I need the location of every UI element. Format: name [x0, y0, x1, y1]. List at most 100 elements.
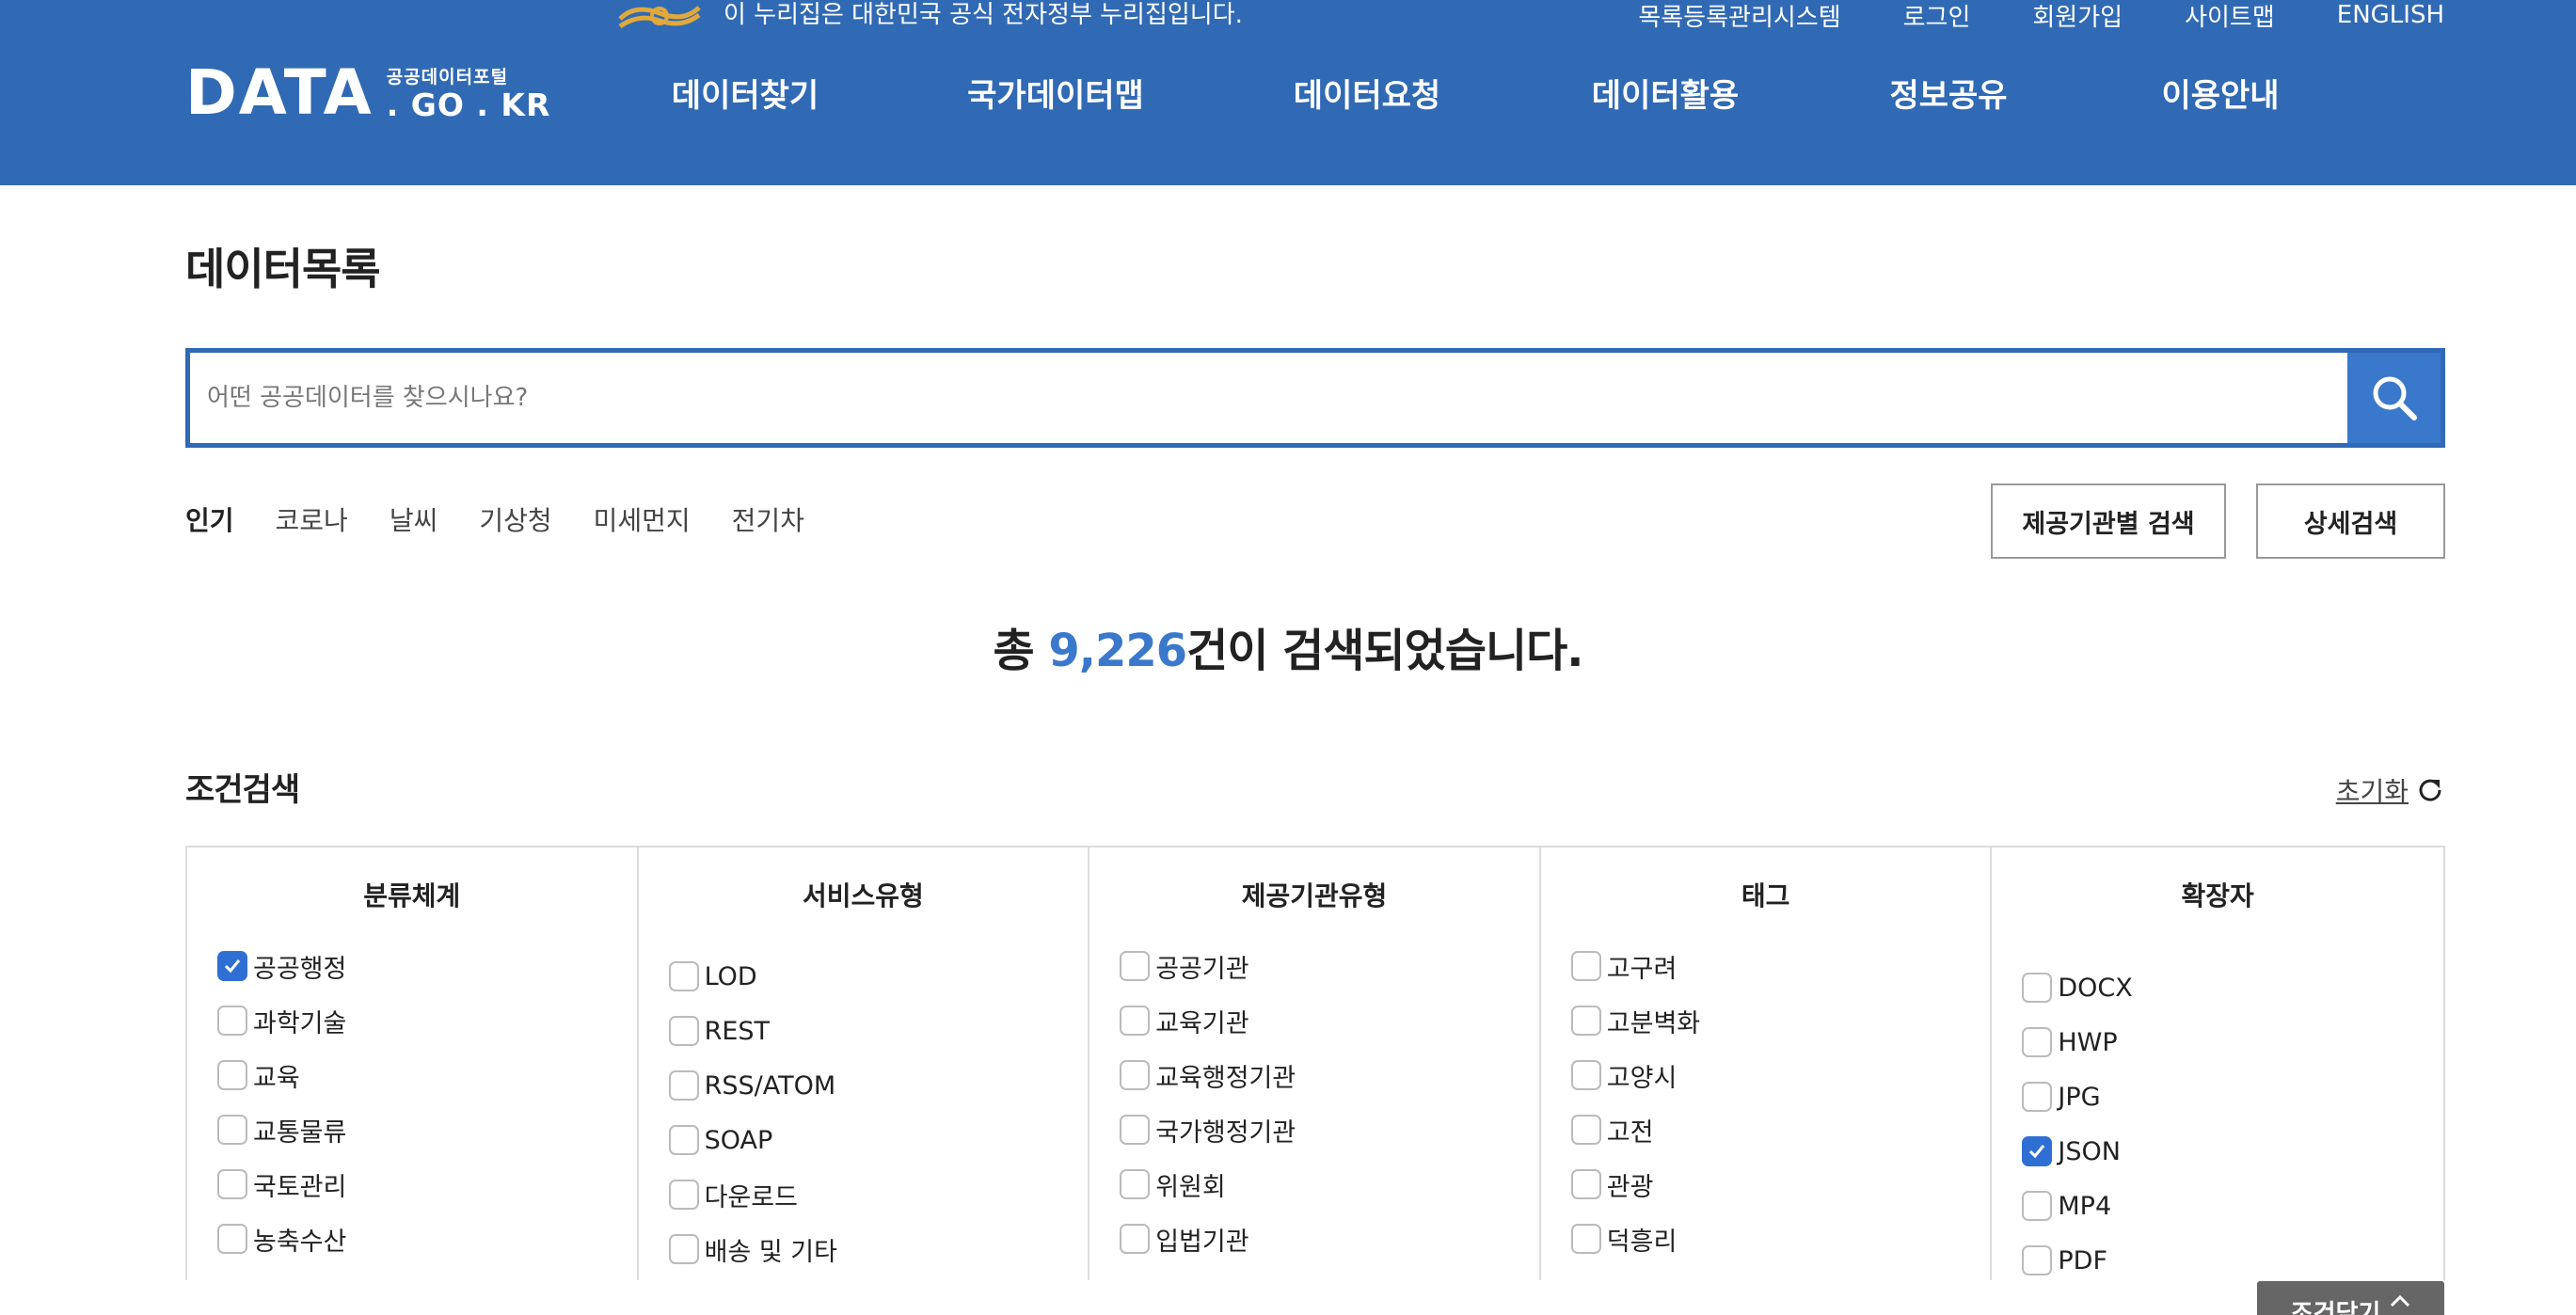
checkbox-checked[interactable]: [2022, 1136, 2053, 1166]
checkbox[interactable]: [668, 1070, 699, 1101]
site-logo[interactable]: DATA 공공데이터포털 . GO . KR: [185, 62, 550, 124]
filter-option-label: 과학기술: [253, 1008, 347, 1038]
filter-option[interactable]: 고양시: [1570, 1056, 1677, 1094]
checkbox[interactable]: [668, 1016, 699, 1046]
filter-option[interactable]: 공공행정: [217, 947, 346, 985]
checkbox[interactable]: [1570, 1224, 1601, 1254]
checkbox[interactable]: [2022, 1245, 2053, 1275]
filter-option[interactable]: HWP: [2022, 1023, 2118, 1061]
checkbox[interactable]: [668, 1234, 699, 1264]
nav-item-info-sharing[interactable]: 정보공유: [1889, 70, 2007, 116]
checkbox[interactable]: [1120, 1060, 1151, 1090]
filter-option[interactable]: 과학기술: [217, 1002, 346, 1039]
filter-option[interactable]: 고전: [1570, 1111, 1653, 1149]
checkbox[interactable]: [2022, 973, 2053, 1003]
keyword-link[interactable]: 전기차: [732, 500, 804, 538]
filter-option-label: 관광: [1606, 1172, 1654, 1202]
checkbox[interactable]: [668, 1180, 699, 1210]
filter-option-label: 교육기관: [1155, 1008, 1249, 1038]
search-button[interactable]: [2347, 353, 2441, 443]
filter-option[interactable]: 배송 및 기타: [668, 1230, 837, 1268]
checkbox[interactable]: [1570, 1115, 1601, 1145]
checkbox[interactable]: [1120, 951, 1151, 981]
checkbox[interactable]: [217, 1060, 247, 1090]
filter-option-label: LOD: [704, 961, 757, 991]
filter-option[interactable]: 교통물류: [217, 1111, 346, 1149]
reset-button[interactable]: 초기화: [2336, 771, 2444, 809]
filter-option[interactable]: RSS/ATOM: [668, 1067, 836, 1104]
filter-option[interactable]: 고분벽화: [1570, 1002, 1701, 1039]
util-link-catalog-system[interactable]: 목록등록관리시스템: [1638, 0, 1840, 33]
checkbox[interactable]: [217, 1115, 247, 1145]
filter-option[interactable]: JPG: [2022, 1078, 2101, 1116]
filter-option[interactable]: 국토관리: [217, 1165, 346, 1203]
checkbox[interactable]: [2022, 1191, 2053, 1221]
result-count: 9,226: [1048, 625, 1187, 677]
filter-option[interactable]: 교육: [217, 1056, 300, 1094]
checkbox[interactable]: [1120, 1169, 1151, 1199]
filter-option-label: RSS/ATOM: [704, 1070, 836, 1101]
filter-option[interactable]: 교육기관: [1120, 1002, 1249, 1039]
filter-option[interactable]: SOAP: [668, 1121, 773, 1159]
check-icon: [2029, 1145, 2045, 1159]
filter-option[interactable]: JSON: [2022, 1133, 2121, 1170]
checkbox[interactable]: [217, 1224, 247, 1254]
filter-option[interactable]: MP4: [2022, 1187, 2111, 1225]
filter-option[interactable]: DOCX: [2022, 969, 2133, 1006]
filter-option[interactable]: REST: [668, 1012, 770, 1050]
checkbox[interactable]: [1570, 951, 1601, 981]
filter-option[interactable]: 관광: [1570, 1165, 1654, 1203]
site-header: 이 누리집은 대한민국 공식 전자정부 누리집입니다. 목록등록관리시스템 로그…: [0, 0, 2576, 185]
filter-column-provider-type: 제공기관유형 공공기관 교육기관 교육행정기관 국가행정기관 위원회 입법기관: [1089, 848, 1541, 1280]
util-link-english[interactable]: ENGLISH: [2337, 1, 2444, 29]
checkbox[interactable]: [217, 1006, 247, 1036]
keyword-link[interactable]: 코로나: [276, 500, 348, 538]
filter-option[interactable]: 국가행정기관: [1120, 1111, 1296, 1149]
filter-option[interactable]: 농축수산: [217, 1220, 346, 1258]
keyword-link[interactable]: 기상청: [479, 500, 551, 538]
filter-option[interactable]: 교육행정기관: [1120, 1056, 1296, 1094]
checkbox[interactable]: [1120, 1224, 1151, 1254]
keyword-link[interactable]: 미세먼지: [594, 500, 691, 538]
checkbox[interactable]: [1570, 1006, 1601, 1036]
filter-title: 조건검색: [185, 771, 300, 809]
checkbox[interactable]: [1120, 1006, 1151, 1036]
checkbox[interactable]: [668, 1125, 699, 1155]
checkbox[interactable]: [217, 1169, 247, 1199]
checkbox[interactable]: [2022, 1027, 2053, 1057]
nav-item-national-data-map[interactable]: 국가데이터맵: [967, 70, 1144, 116]
collapse-filter-button[interactable]: 조건닫기: [2257, 1281, 2444, 1315]
nav-item-data-request[interactable]: 데이터요청: [1294, 70, 1440, 116]
nav-item-data-usage[interactable]: 데이터활용: [1592, 70, 1739, 116]
checkbox[interactable]: [1570, 1169, 1601, 1199]
search-input[interactable]: [190, 353, 2347, 443]
nav-item-guide[interactable]: 이용안내: [2161, 70, 2279, 116]
filter-option[interactable]: 입법기관: [1120, 1220, 1249, 1258]
nav-item-data-search[interactable]: 데이터찾기: [672, 70, 819, 116]
filter-option[interactable]: LOD: [668, 958, 757, 995]
checkbox-checked[interactable]: [217, 951, 247, 981]
util-link-sitemap[interactable]: 사이트맵: [2185, 0, 2275, 33]
filter-option[interactable]: PDF: [2022, 1242, 2107, 1279]
filter-option-label: 교통물류: [253, 1117, 347, 1148]
filter-option-label: MP4: [2058, 1191, 2112, 1221]
filter-option-label: 고분벽화: [1606, 1008, 1701, 1038]
filter-option-label: 배송 및 기타: [704, 1237, 837, 1267]
filter-option[interactable]: 덕흥리: [1570, 1220, 1678, 1258]
checkbox[interactable]: [1570, 1060, 1601, 1090]
util-link-signup[interactable]: 회원가입: [2032, 0, 2123, 33]
filter-option-label: SOAP: [704, 1125, 773, 1155]
filter-option[interactable]: 다운로드: [668, 1176, 798, 1213]
filter-option[interactable]: 고구려: [1570, 947, 1677, 985]
page-title: 데이터목록: [185, 244, 381, 294]
checkbox[interactable]: [2022, 1082, 2053, 1112]
org-search-button[interactable]: 제공기관별 검색: [1991, 483, 2226, 559]
util-link-login[interactable]: 로그인: [1903, 0, 1971, 33]
keyword-link[interactable]: 날씨: [390, 500, 438, 538]
checkbox[interactable]: [668, 961, 699, 991]
filter-option[interactable]: 위원회: [1120, 1165, 1226, 1203]
filter-option-label: 덕흥리: [1606, 1227, 1678, 1257]
detail-search-button[interactable]: 상세검색: [2256, 483, 2445, 559]
checkbox[interactable]: [1120, 1115, 1151, 1145]
filter-option[interactable]: 공공기관: [1120, 947, 1249, 985]
